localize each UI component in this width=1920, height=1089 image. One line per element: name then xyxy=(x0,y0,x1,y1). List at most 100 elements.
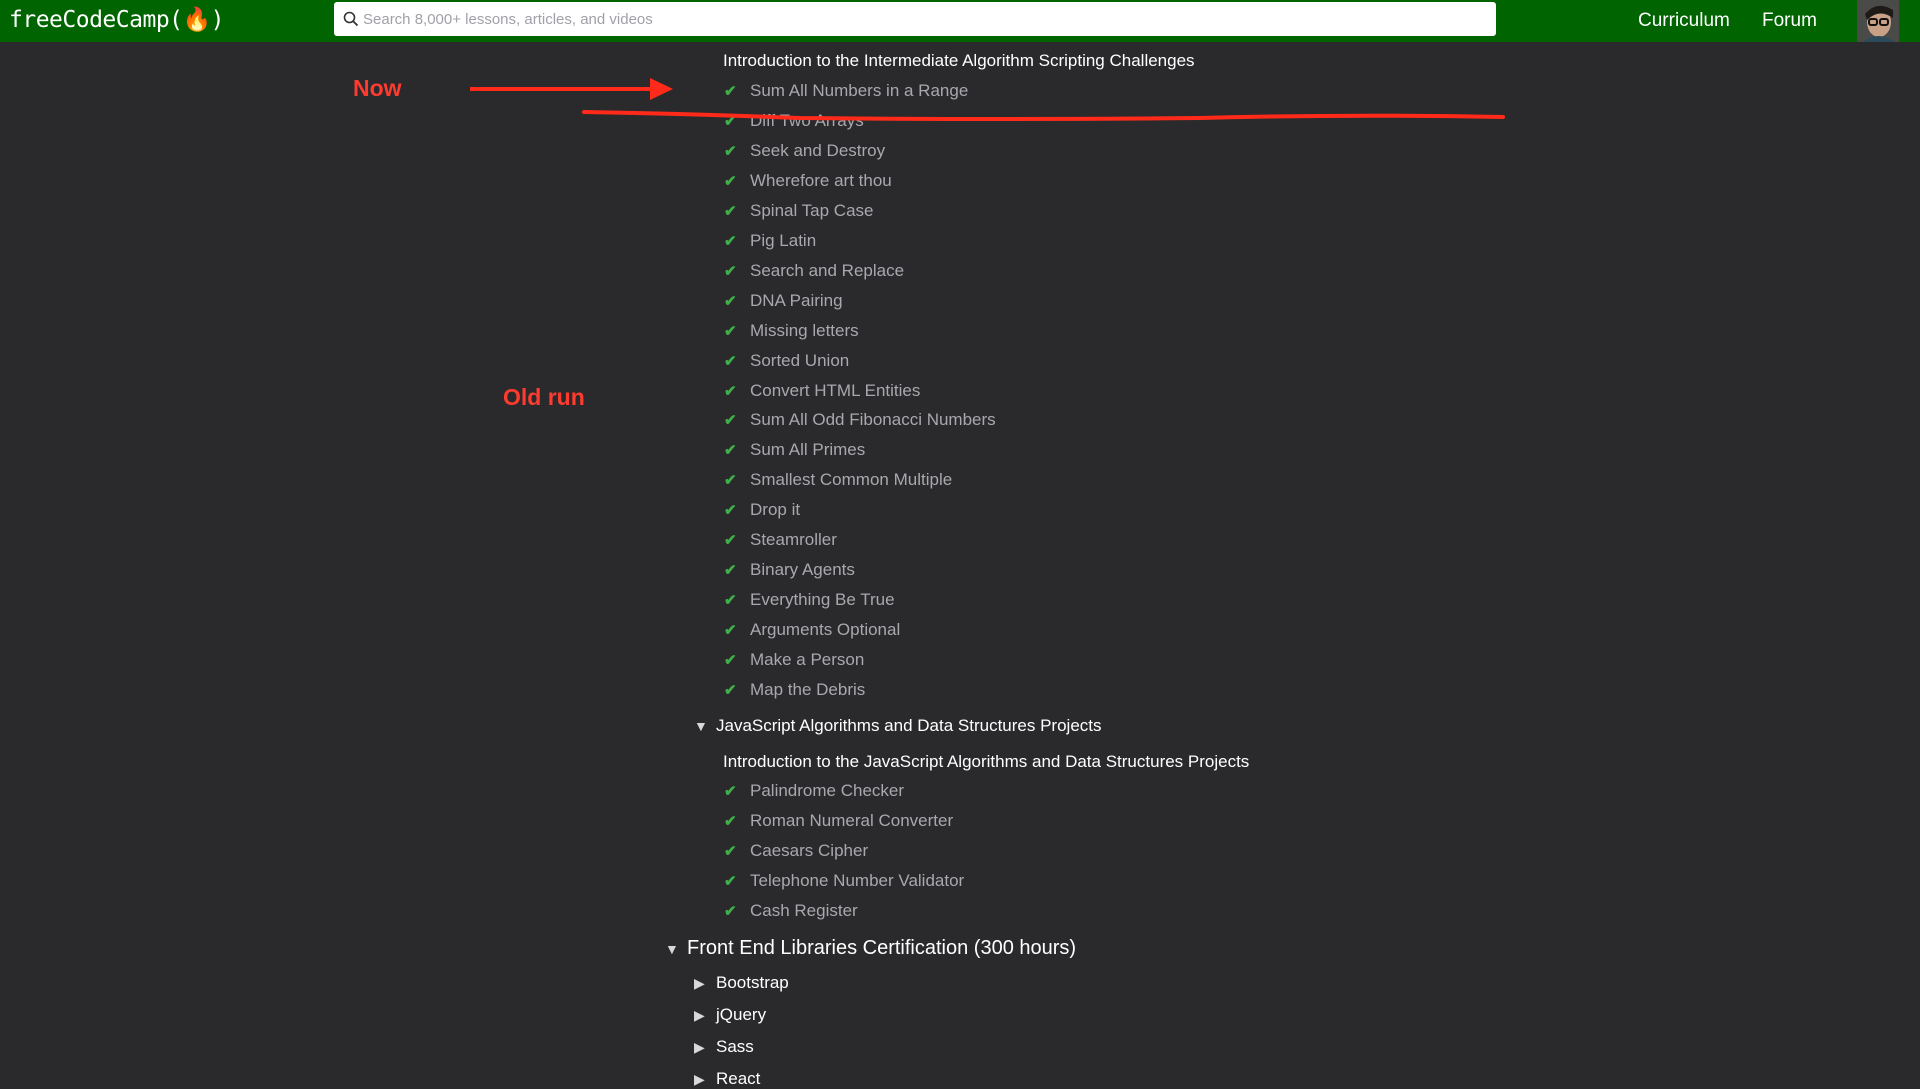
challenge-label: Binary Agents xyxy=(750,560,855,580)
challenge-item[interactable]: ✔ Smallest Common Multiple xyxy=(724,470,952,496)
check-icon: ✔ xyxy=(724,262,737,280)
check-icon: ✔ xyxy=(724,682,737,699)
challenge-label: Search and Replace xyxy=(750,260,905,280)
challenge-label: Everything Be True xyxy=(750,590,895,610)
challenge-label: Arguments Optional xyxy=(750,620,901,640)
challenge-label: Sum All Numbers in a Range xyxy=(750,81,969,100)
challenge-item[interactable]: ✔ Sum All Primes xyxy=(724,440,865,466)
intermediate-intro-heading[interactable]: Introduction to the Intermediate Algorit… xyxy=(723,51,1195,71)
challenge-label: Cash Register xyxy=(750,900,858,920)
search-input[interactable]: Search 8,000+ lessons, articles, and vid… xyxy=(334,2,1496,36)
annotation-now: Now xyxy=(353,75,402,101)
challenge-label: Steamroller xyxy=(750,530,837,550)
check-icon: ✔ xyxy=(724,442,737,460)
challenge-label: Sorted Union xyxy=(750,350,850,370)
section-label: React xyxy=(716,1069,761,1088)
user-avatar[interactable] xyxy=(1857,0,1899,42)
search-icon xyxy=(343,11,359,27)
challenge-item[interactable]: ✔ Drop it xyxy=(724,500,800,526)
triangle-right-icon: ▶ xyxy=(694,975,705,991)
challenge-item[interactable]: ✔ Everything Be True xyxy=(724,590,895,616)
challenge-item[interactable]: ✔ Seek and Destroy xyxy=(724,141,885,167)
cert-label: Front End Libraries Certification (300 h… xyxy=(687,937,1077,959)
check-icon: ✔ xyxy=(724,592,737,610)
challenge-item[interactable]: ✔ Missing letters xyxy=(724,321,859,347)
challenge-item[interactable]: ✔ Arguments Optional xyxy=(724,620,900,646)
section-collapsed[interactable]: ▶ Sass xyxy=(694,1037,754,1057)
check-icon: ✔ xyxy=(724,83,737,100)
check-icon: ✔ xyxy=(724,292,737,310)
challenge-item[interactable]: ✔ Search and Replace xyxy=(724,261,904,287)
challenge-label: Missing letters xyxy=(750,320,859,340)
challenge-label: Seek and Destroy xyxy=(750,140,886,160)
challenge-label: Smallest Common Multiple xyxy=(750,470,953,490)
check-icon: ✔ xyxy=(724,562,737,580)
challenge-item[interactable]: ✔ Spinal Tap Case xyxy=(724,201,874,227)
challenge-item[interactable]: ✔ Sum All Odd Fibonacci Numbers xyxy=(724,410,996,436)
challenge-item[interactable]: ✔ DNA Pairing xyxy=(724,291,843,317)
check-icon: ✔ xyxy=(724,902,737,920)
challenge-label: Caesars Cipher xyxy=(750,840,869,860)
section-collapsed[interactable]: ▶ React xyxy=(694,1069,760,1089)
challenge-label: Convert HTML Entities xyxy=(750,380,921,400)
challenge-label: Roman Numeral Converter xyxy=(750,810,954,830)
section-collapsed[interactable]: ▶ Bootstrap xyxy=(694,973,789,993)
challenge-label: Drop it xyxy=(750,500,801,520)
triangle-right-icon: ▶ xyxy=(694,1039,705,1055)
challenge-label: Pig Latin xyxy=(750,230,817,250)
challenge-item[interactable]: ✔ Wherefore art thou xyxy=(724,171,892,197)
check-icon: ✔ xyxy=(724,812,737,830)
challenge-item[interactable]: ✔ Map the Debris xyxy=(724,680,865,706)
challenge-label: Make a Person xyxy=(750,650,865,670)
challenge-item[interactable]: ✔ Sorted Union xyxy=(724,351,849,377)
projects-intro-heading[interactable]: Introduction to the JavaScript Algorithm… xyxy=(723,752,1249,772)
triangle-down-icon: ▼ xyxy=(694,718,708,734)
challenge-item[interactable]: ✔ Diff Two Arrays xyxy=(724,111,864,137)
nav-link-curriculum[interactable]: Curriculum xyxy=(1638,10,1730,32)
section-label: jQuery xyxy=(716,1005,767,1024)
challenge-label: DNA Pairing xyxy=(750,290,843,310)
section-label: JavaScript Algorithms and Data Structure… xyxy=(716,716,1102,735)
section-collapsed[interactable]: ▶ jQuery xyxy=(694,1005,766,1025)
challenge-label: Diff Two Arrays xyxy=(750,110,864,130)
freecodecamp-logo[interactable]: freeCodeCamp(🔥) xyxy=(9,6,225,33)
challenge-label: Sum All Odd Fibonacci Numbers xyxy=(750,410,996,430)
triangle-right-icon: ▶ xyxy=(694,1007,705,1023)
check-icon: ✔ xyxy=(724,842,737,860)
search-placeholder: Search 8,000+ lessons, articles, and vid… xyxy=(363,11,653,28)
challenge-item[interactable]: ✔ Roman Numeral Converter xyxy=(724,811,953,837)
challenge-item[interactable]: ✔ Binary Agents xyxy=(724,560,855,586)
challenge-item[interactable]: ✔ Sum All Numbers in a Range xyxy=(724,81,968,107)
check-icon: ✔ xyxy=(724,412,737,430)
challenge-label: Spinal Tap Case xyxy=(750,200,874,220)
challenge-label: Telephone Number Validator xyxy=(750,870,965,890)
check-icon: ✔ xyxy=(724,532,737,550)
check-icon: ✔ xyxy=(724,783,737,800)
check-icon: ✔ xyxy=(724,232,737,250)
curriculum-map: Introduction to the Intermediate Algorit… xyxy=(0,42,1920,1088)
check-icon: ✔ xyxy=(724,502,737,520)
challenge-item[interactable]: ✔ Palindrome Checker xyxy=(724,781,904,807)
annotation-old-run: Old run xyxy=(503,384,585,410)
challenge-label: Sum All Primes xyxy=(750,440,866,460)
challenge-item[interactable]: ✔ Steamroller xyxy=(724,530,837,556)
check-icon: ✔ xyxy=(724,142,737,160)
section-label: Bootstrap xyxy=(716,973,789,992)
challenge-item[interactable]: ✔ Telephone Number Validator xyxy=(724,871,964,897)
cert-front-end-libraries[interactable]: ▼ Front End Libraries Certification (300 … xyxy=(665,937,1076,960)
challenge-item[interactable]: ✔ Pig Latin xyxy=(724,231,816,257)
check-icon: ✔ xyxy=(724,652,737,670)
check-icon: ✔ xyxy=(724,172,737,190)
triangle-down-icon: ▼ xyxy=(665,941,679,957)
section-label: Sass xyxy=(716,1037,754,1056)
section-js-projects[interactable]: ▼ JavaScript Algorithms and Data Structur… xyxy=(694,716,1102,736)
challenge-item[interactable]: ✔ Caesars Cipher xyxy=(724,841,868,867)
nav-link-forum[interactable]: Forum xyxy=(1762,10,1817,32)
challenge-label: Palindrome Checker xyxy=(750,781,905,800)
challenge-item[interactable]: ✔ Make a Person xyxy=(724,650,864,676)
avatar-image xyxy=(1857,0,1899,42)
check-icon: ✔ xyxy=(724,352,737,370)
challenge-item[interactable]: ✔ Cash Register xyxy=(724,901,858,927)
check-icon: ✔ xyxy=(724,872,737,890)
challenge-item[interactable]: ✔ Convert HTML Entities xyxy=(724,381,920,407)
